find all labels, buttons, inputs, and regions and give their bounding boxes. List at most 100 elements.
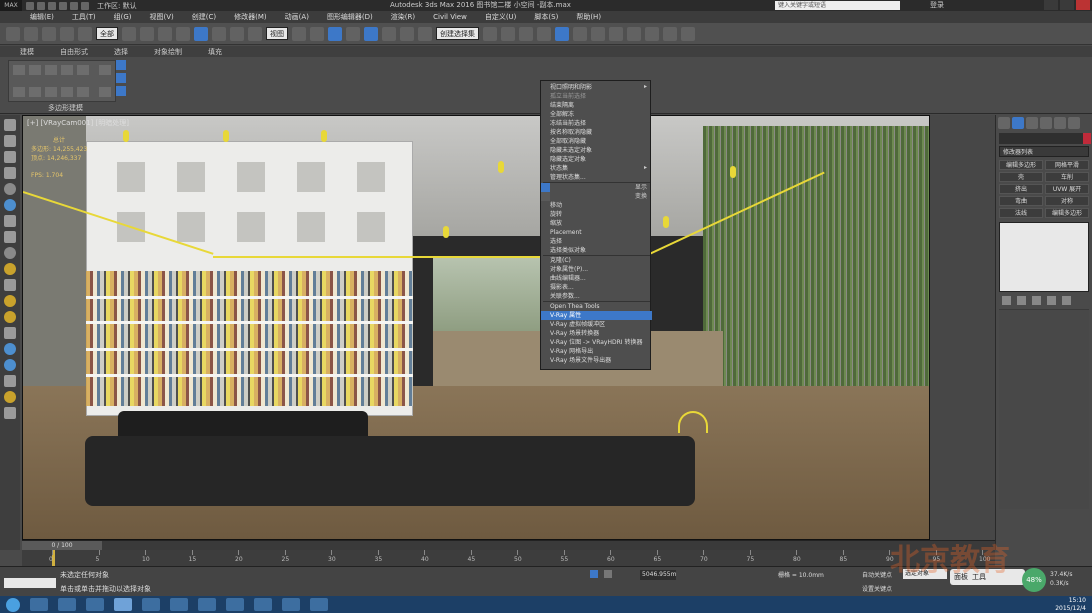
menu-animation[interactable]: 动画(A) [285, 12, 309, 22]
light-gizmo[interactable] [223, 130, 229, 142]
context-menu-item[interactable]: 关联参数... [541, 292, 652, 301]
minimize-icon[interactable] [1044, 0, 1058, 10]
app-icon[interactable] [310, 598, 328, 611]
rendered-frame-window-icon[interactable] [627, 26, 641, 41]
context-menu-item[interactable]: V-Ray 网格导出 [541, 347, 652, 356]
ribbon-tool-icon[interactable] [61, 65, 73, 75]
modifier-button[interactable]: 网格平滑 [1045, 160, 1089, 170]
modifier-button[interactable]: 编辑多边形 [999, 160, 1043, 170]
chrome-icon[interactable] [58, 598, 76, 611]
window-crossing-icon[interactable] [176, 26, 190, 41]
ribbon-side-icon[interactable] [116, 60, 126, 70]
ribbon-tool-icon[interactable] [99, 87, 111, 97]
select-by-name-icon[interactable] [140, 26, 154, 41]
context-menu-item[interactable]: V-Ray 位图 -> VRayHDRI 转换器 [541, 338, 652, 347]
context-menu-item[interactable]: V-Ray 场景转换器 [541, 329, 652, 338]
menu-help[interactable]: 帮助(H) [576, 12, 601, 22]
polygon-modeling-label[interactable]: 多边形建模 [48, 103, 83, 113]
coordinate-x-field[interactable]: 5046.955m [640, 570, 676, 580]
folder-icon[interactable] [170, 598, 188, 611]
context-menu-item[interactable]: 隐藏选定对象 [541, 155, 652, 164]
unlink-icon[interactable] [60, 26, 74, 41]
context-menu-item[interactable]: 对象属性(P)... [541, 265, 652, 274]
menu-rendering[interactable]: 渲染(R) [391, 12, 415, 22]
auto-key-button[interactable]: 自动关键点 [862, 570, 892, 579]
pin-stack-icon[interactable] [1002, 296, 1011, 305]
select-and-place-icon[interactable] [248, 26, 262, 41]
context-menu-item[interactable]: V-Ray 场景文件导出器 [541, 356, 652, 365]
modifier-button[interactable]: 法线 [999, 208, 1043, 218]
context-menu-item[interactable]: 移动 [541, 201, 652, 210]
redo-icon[interactable] [70, 1, 78, 10]
modifier-button[interactable]: 车削 [1045, 172, 1089, 182]
ribbon-side-icon[interactable] [116, 73, 126, 83]
camera-app-icon[interactable] [142, 598, 160, 611]
context-menu-item[interactable]: 缩放 [541, 219, 652, 228]
keyboard-shortcut-override-icon[interactable] [328, 26, 342, 41]
close-icon[interactable] [1076, 0, 1090, 10]
tab-freeform[interactable]: 自由形式 [60, 47, 88, 57]
object-name-field[interactable] [999, 133, 1091, 144]
tab-modeling[interactable]: 建模 [20, 47, 34, 57]
taskbar-clock[interactable]: 15:10 2015/12/4 [1055, 597, 1086, 613]
context-menu-item[interactable]: V-Ray 属性 [541, 311, 652, 320]
menu-tools[interactable]: 工具(T) [72, 12, 96, 22]
undo-icon[interactable] [59, 1, 67, 10]
app-icon[interactable] [254, 598, 272, 611]
selection-filter-dropdown[interactable]: 全部 [96, 27, 118, 40]
utilities-tab-icon[interactable] [1068, 117, 1080, 129]
world-icon[interactable] [4, 359, 16, 371]
undo-icon[interactable] [6, 26, 20, 41]
select-manipulate-icon[interactable] [310, 26, 324, 41]
ribbon-tool-icon[interactable] [45, 87, 57, 97]
context-menu-item[interactable]: 状态集 [541, 164, 652, 173]
time-slider[interactable]: 0 / 100 [22, 540, 995, 551]
render-production-icon[interactable] [645, 26, 659, 41]
circle-icon[interactable] [4, 263, 16, 275]
layer-explorer-icon[interactable] [519, 26, 533, 41]
select-and-move-icon[interactable] [194, 26, 208, 41]
viewport-label[interactable]: [+] [VRayCam001] [明暗处理] [27, 118, 129, 128]
menu-customize[interactable]: 自定义(U) [485, 12, 517, 22]
motion-tab-icon[interactable] [1040, 117, 1052, 129]
app-icon[interactable] [282, 598, 300, 611]
open-icon[interactable] [37, 1, 45, 10]
modifier-stack[interactable] [999, 222, 1089, 292]
menu-group[interactable]: 组(G) [114, 12, 132, 22]
material-editor-icon[interactable] [591, 26, 605, 41]
context-menu-item[interactable]: 管理状态集... [541, 173, 652, 182]
tool-icon[interactable] [4, 375, 16, 387]
menu-civil-view[interactable]: Civil View [433, 13, 467, 21]
ie-icon[interactable] [30, 598, 48, 611]
ribbon-tool-icon[interactable] [13, 65, 25, 75]
bind-spacewarp-icon[interactable] [78, 26, 92, 41]
modifier-button[interactable]: 对称 [1045, 196, 1089, 206]
snap-toggle-icon[interactable] [346, 26, 360, 41]
globe-icon[interactable] [4, 343, 16, 355]
track-bar[interactable]: 0 5 10 15 20 25 30 35 40 45 50 55 60 65 70 75 80 85 90 95 10… [22, 550, 995, 566]
context-menu-item[interactable]: 选择 [541, 237, 652, 246]
new-icon[interactable] [26, 1, 34, 10]
align-icon[interactable] [501, 26, 515, 41]
menu-create[interactable]: 创建(C) [192, 12, 216, 22]
lock-selection-icon[interactable] [590, 570, 598, 578]
save-icon[interactable] [48, 1, 56, 10]
toggle-ribbon-icon[interactable] [537, 26, 551, 41]
context-menu-item[interactable]: 旋转 [541, 210, 652, 219]
spinner-snap-icon[interactable] [400, 26, 414, 41]
absolute-mode-icon[interactable] [604, 570, 612, 578]
search-input[interactable]: 键入关键字或短语 [775, 1, 900, 10]
remove-modifier-icon[interactable] [1047, 296, 1056, 305]
redo-icon[interactable] [24, 26, 38, 41]
app-icon[interactable] [226, 598, 244, 611]
render-in-cloud-icon[interactable] [681, 26, 695, 41]
tab-populate[interactable]: 填充 [208, 47, 222, 57]
select-and-rotate-icon[interactable] [212, 26, 226, 41]
brush-icon[interactable] [4, 391, 16, 403]
curve-editor-icon[interactable] [555, 26, 569, 41]
app-icon[interactable] [198, 598, 216, 611]
sphere-icon[interactable] [4, 183, 16, 195]
start-button-icon[interactable] [6, 597, 20, 612]
display-tab-icon[interactable] [1054, 117, 1066, 129]
render-iterative-icon[interactable] [663, 26, 677, 41]
